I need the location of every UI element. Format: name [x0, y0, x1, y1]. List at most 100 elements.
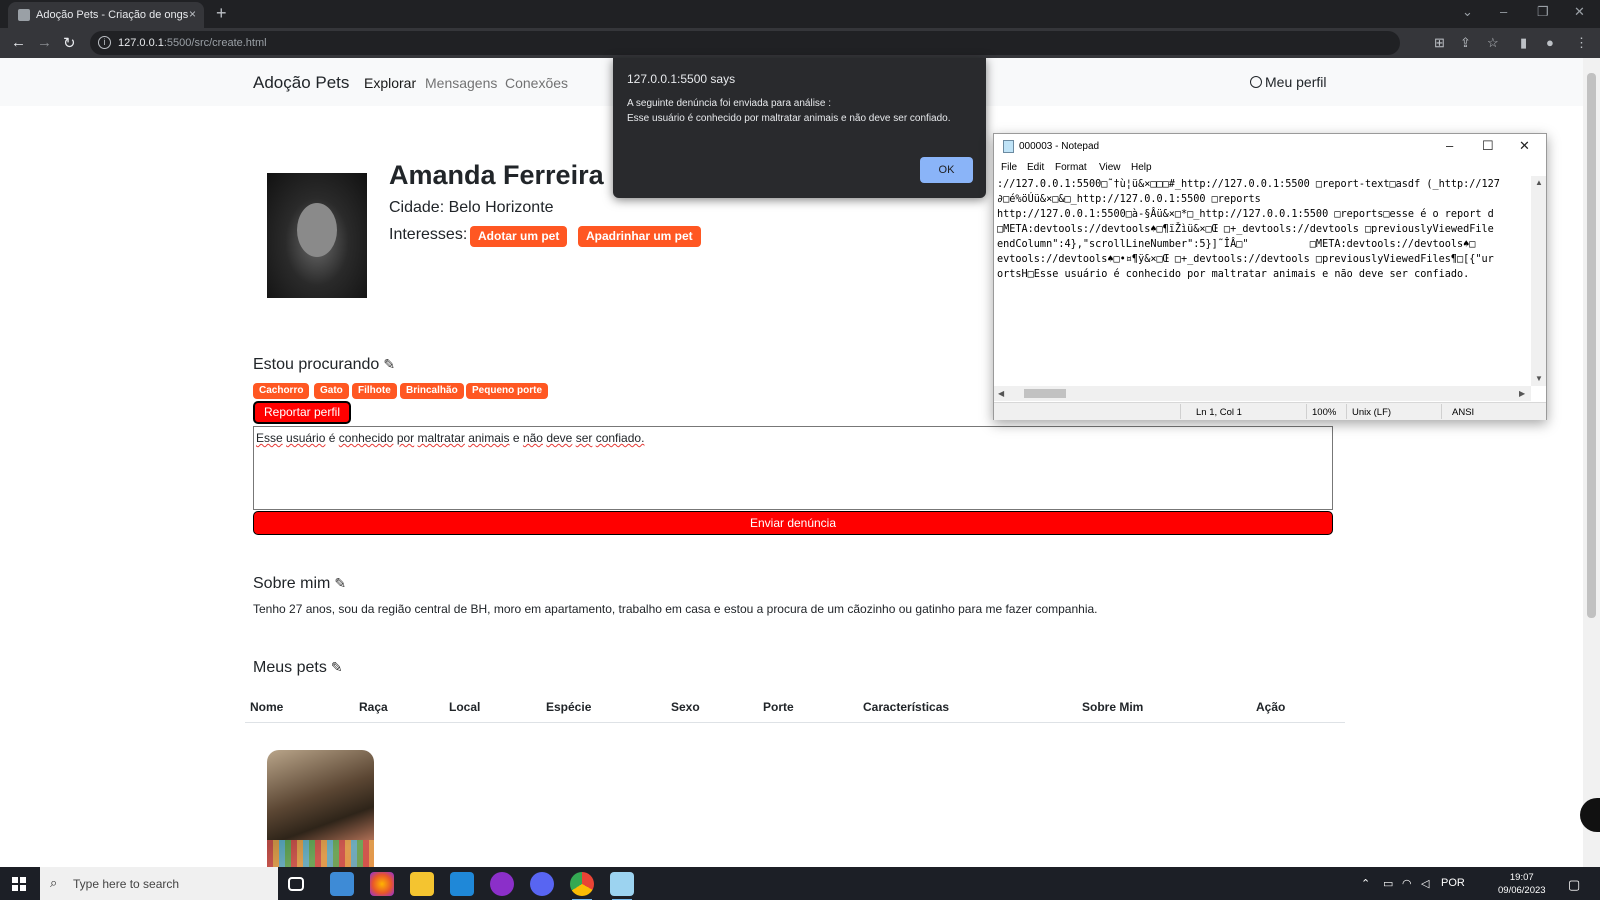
- alert-message-line2: Esse usuário é conhecido por maltratar a…: [627, 113, 951, 124]
- notepad-taskbar-icon[interactable]: [610, 872, 634, 900]
- restore-icon[interactable]: ❐: [1537, 4, 1549, 20]
- notepad-app-icon: [1003, 140, 1014, 153]
- windows-taskbar: ⌕ Type here to search ⌃ ▭ ◠ ◁ POR 19:07 0…: [0, 867, 1600, 900]
- menu-format[interactable]: Format: [1055, 162, 1087, 173]
- site-brand[interactable]: Adoção Pets: [253, 73, 349, 93]
- taskbar-app-purple-icon[interactable]: [490, 872, 514, 896]
- alert-title: 127.0.0.1:5500 says: [627, 72, 736, 86]
- report-textarea[interactable]: Esse usuário é conhecido por maltratar a…: [253, 426, 1333, 510]
- chrome-icon[interactable]: [570, 872, 594, 900]
- windows-start-icon[interactable]: [12, 877, 26, 891]
- col-sexo: Sexo: [671, 700, 700, 714]
- col-raca: Raça: [359, 700, 388, 714]
- back-icon[interactable]: ←: [11, 34, 26, 51]
- about-heading: Sobre mim ✎: [253, 575, 347, 592]
- task-view-icon[interactable]: [288, 877, 304, 891]
- share-icon[interactable]: ⇪: [1460, 35, 1471, 51]
- menu-file[interactable]: File: [1001, 162, 1017, 173]
- file-explorer-icon[interactable]: [410, 872, 434, 896]
- profile-link[interactable]: Meu perfil: [1250, 74, 1326, 90]
- edit-pencil-icon[interactable]: ✎: [331, 659, 343, 676]
- tag-filhote: Filhote: [352, 383, 397, 399]
- js-alert-dialog: 127.0.0.1:5500 says A seguinte denúncia …: [613, 58, 986, 198]
- scroll-up-icon[interactable]: ▲: [1535, 178, 1543, 187]
- tab-close-icon[interactable]: ×: [189, 7, 196, 21]
- notepad-horizontal-scrollbar[interactable]: ◀ ▶: [994, 386, 1531, 401]
- firefox-icon[interactable]: [370, 872, 394, 896]
- page-scrollbar-thumb[interactable]: [1587, 73, 1596, 618]
- interest-badge-adopt: Adotar um pet: [470, 226, 568, 247]
- nav-conexoes[interactable]: Conexões: [505, 75, 568, 91]
- report-profile-button[interactable]: Reportar perfil: [253, 401, 351, 424]
- status-line-ending: Unix (LF): [1352, 407, 1392, 418]
- bookmark-star-icon[interactable]: ☆: [1487, 35, 1499, 51]
- tab-search-icon[interactable]: ⌄: [1462, 4, 1473, 20]
- send-report-button[interactable]: Enviar denúncia: [253, 511, 1333, 535]
- notepad-title: 000003 - Notepad: [1019, 141, 1100, 152]
- about-text: Tenho 27 anos, sou da região central de …: [253, 602, 1098, 616]
- notepad-close-icon[interactable]: ✕: [1519, 138, 1530, 154]
- wifi-icon[interactable]: ◠: [1402, 877, 1412, 890]
- notepad-text-area[interactable]: ://127.0.0.1:5500□˜†ù¦ü&×□□□#_http://127…: [997, 177, 1525, 387]
- status-position: Ln 1, Col 1: [1196, 407, 1242, 418]
- alert-ok-button[interactable]: OK: [920, 157, 973, 183]
- interests-label: Interesses:: [389, 226, 468, 243]
- col-acao: Ação: [1256, 700, 1286, 714]
- scroll-right-icon[interactable]: ▶: [1519, 389, 1525, 398]
- close-window-icon[interactable]: ✕: [1574, 4, 1585, 20]
- translate-icon[interactable]: ⊞: [1434, 35, 1445, 51]
- scroll-down-icon[interactable]: ▼: [1535, 374, 1543, 383]
- notepad-menubar: File Edit Format View Help: [994, 159, 1546, 176]
- tray-chevron-icon[interactable]: ⌃: [1361, 877, 1370, 890]
- side-panel-icon[interactable]: ▮: [1520, 35, 1527, 51]
- looking-for-heading: Estou procurando ✎: [253, 356, 396, 373]
- reload-icon[interactable]: ↻: [63, 34, 76, 52]
- tab-favicon-icon: [18, 9, 30, 21]
- scroll-left-icon[interactable]: ◀: [998, 389, 1004, 398]
- search-placeholder: Type here to search: [73, 877, 180, 891]
- status-zoom: 100%: [1312, 407, 1337, 418]
- menu-help[interactable]: Help: [1131, 162, 1152, 173]
- language-indicator[interactable]: POR: [1441, 877, 1465, 889]
- profile-city: Cidade: Belo Horizonte: [389, 199, 554, 216]
- notepad-window: 000003 - Notepad – ☐ ✕ File Edit Format …: [993, 133, 1547, 420]
- edit-pencil-icon[interactable]: ✎: [334, 575, 346, 592]
- pets-heading: Meus pets ✎: [253, 659, 343, 676]
- col-nome: Nome: [250, 700, 284, 714]
- notepad-titlebar[interactable]: 000003 - Notepad – ☐ ✕: [994, 134, 1546, 159]
- site-info-icon[interactable]: i: [98, 36, 111, 49]
- interest-badge-sponsor: Apadrinhar um pet: [578, 226, 701, 247]
- notifications-icon[interactable]: ▢: [1568, 877, 1580, 893]
- browser-tab[interactable]: Adoção Pets - Criação de ongs ×: [8, 2, 204, 28]
- table-divider: [245, 722, 1345, 723]
- tray-device-icon[interactable]: ▭: [1383, 877, 1393, 890]
- taskbar-clock[interactable]: 19:07 09/06/2023: [1498, 871, 1546, 897]
- nav-explorar[interactable]: Explorar: [364, 75, 416, 91]
- notepad-maximize-icon[interactable]: ☐: [1482, 138, 1494, 154]
- new-tab-button[interactable]: +: [216, 3, 227, 24]
- minimize-icon[interactable]: –: [1500, 4, 1507, 19]
- notepad-statusbar: Ln 1, Col 1 100% Unix (LF) ANSI: [994, 402, 1546, 420]
- account-icon[interactable]: ●: [1546, 35, 1554, 50]
- profile-name: Amanda Ferreira: [389, 160, 604, 190]
- col-local: Local: [449, 700, 481, 714]
- browser-toolbar: ← → ↻ i 127.0.0.1:5500/src/create.html ⊞…: [0, 28, 1600, 58]
- notepad-minimize-icon[interactable]: –: [1446, 138, 1453, 153]
- menu-view[interactable]: View: [1099, 162, 1121, 173]
- taskbar-search-box[interactable]: ⌕ Type here to search: [40, 867, 278, 900]
- forward-icon[interactable]: →: [37, 34, 52, 51]
- notepad-vertical-scrollbar[interactable]: ▲ ▼: [1531, 176, 1546, 386]
- nav-mensagens[interactable]: Mensagens: [425, 75, 497, 91]
- address-bar[interactable]: i 127.0.0.1:5500/src/create.html: [90, 31, 1400, 55]
- notepad-hscroll-thumb[interactable]: [1024, 389, 1066, 398]
- discord-icon[interactable]: [530, 872, 554, 896]
- col-especie: Espécie: [546, 700, 592, 714]
- browser-tab-bar: Adoção Pets - Criação de ongs × + ⌄ – ❐ …: [0, 0, 1600, 28]
- volume-icon[interactable]: ◁: [1421, 877, 1429, 890]
- menu-edit[interactable]: Edit: [1027, 162, 1044, 173]
- taskbar-app-store-icon[interactable]: [330, 872, 354, 896]
- edit-pencil-icon[interactable]: ✎: [383, 356, 395, 373]
- profile-avatar: [267, 173, 367, 298]
- vscode-icon[interactable]: [450, 872, 474, 896]
- menu-kebab-icon[interactable]: ⋮: [1575, 35, 1588, 51]
